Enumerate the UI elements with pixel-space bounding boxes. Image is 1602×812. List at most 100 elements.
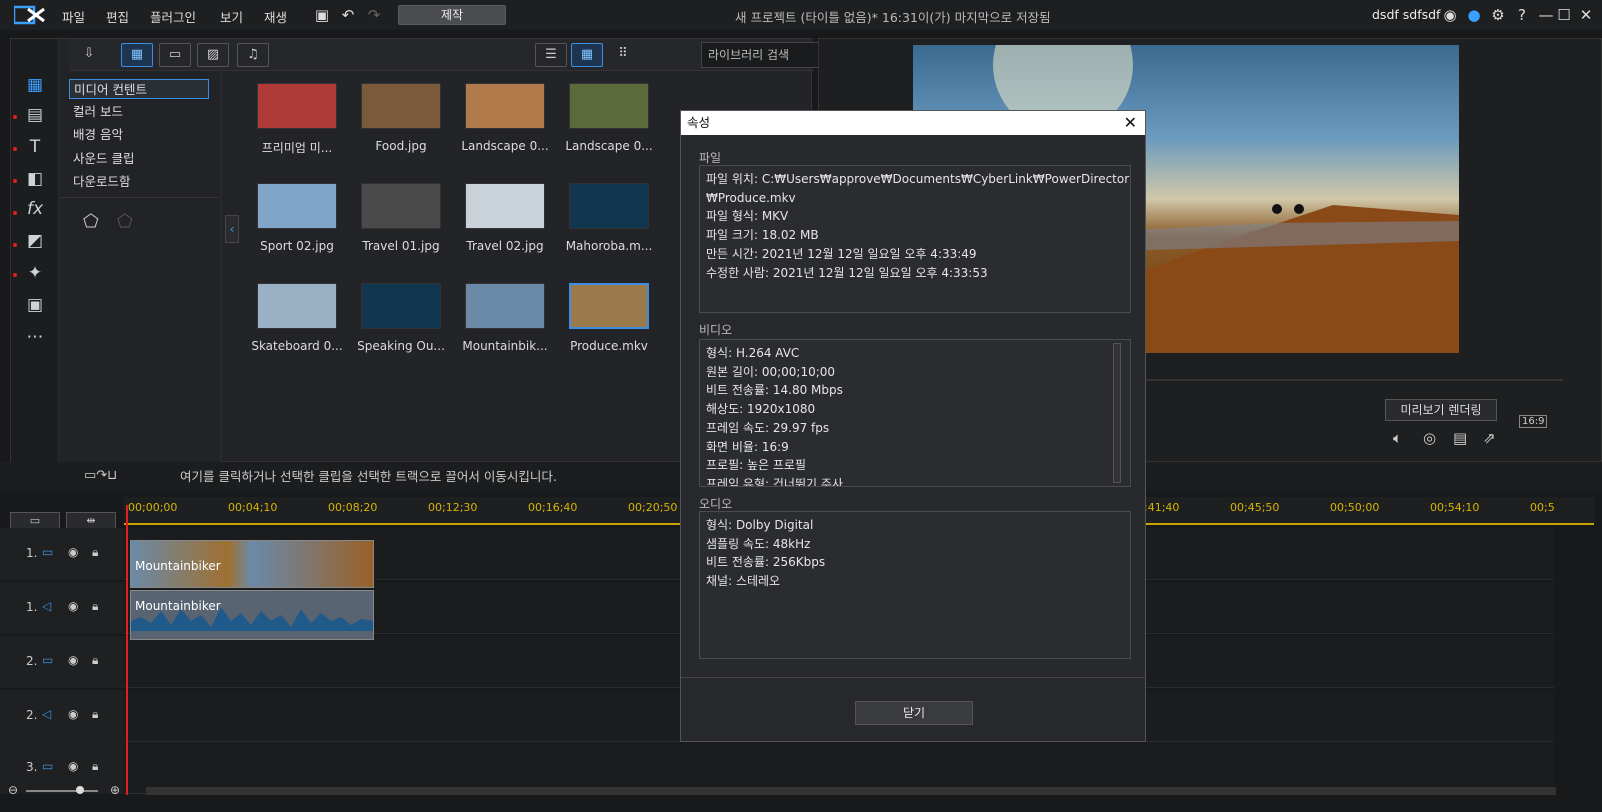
audio-filter-icon[interactable]: ♫ — [237, 43, 269, 67]
menu-edit[interactable]: 편집 — [106, 7, 129, 26]
aspect-ratio-select[interactable]: 16:9 — [1519, 415, 1548, 428]
zoom-slider[interactable]: ⊖ ⊕ — [0, 783, 124, 797]
volume-icon[interactable]: 🔈︎ — [1393, 429, 1402, 447]
info-line: 원본 길이: 00;00;10;00 — [706, 364, 836, 379]
preview-render-button[interactable]: 미리보기 렌더링 — [1385, 399, 1497, 421]
thumbnail-size-icon[interactable]: ⠿ — [607, 43, 639, 67]
subtitle-icon[interactable]: ▤ — [1453, 429, 1467, 447]
video-track-icon[interactable]: ▭ — [42, 653, 53, 667]
snapshot-icon[interactable]: ◎ — [1423, 429, 1436, 447]
info-line: 형식: Dolby Digital — [706, 518, 814, 532]
gear-icon[interactable]: ⚙ — [1488, 5, 1508, 25]
collapse-panel-icon[interactable]: ‹ — [225, 215, 239, 243]
eye-icon[interactable]: ◉ — [68, 759, 78, 773]
media-label: Sport 02.jpg — [260, 239, 334, 253]
user-name[interactable]: dsdf sdfsdf — [1372, 7, 1440, 22]
eye-icon[interactable]: ◉ — [68, 599, 78, 613]
dialog-close-button[interactable]: 닫기 — [855, 701, 973, 725]
category-background-music[interactable]: 배경 음악 — [69, 125, 209, 145]
fx-room-icon[interactable]: fx — [21, 197, 49, 221]
audio-clip[interactable]: Mountainbiker — [130, 590, 374, 640]
media-thumbnail[interactable] — [361, 83, 441, 129]
category-media-content[interactable]: 미디어 컨텐트 — [69, 79, 209, 99]
media-thumbnail[interactable] — [465, 83, 545, 129]
help-icon[interactable]: ? — [1512, 5, 1532, 25]
media-thumbnail[interactable] — [361, 283, 441, 329]
title-room-icon[interactable]: T — [21, 135, 49, 159]
audio-track-icon[interactable]: ◁ — [42, 707, 51, 721]
video-track-icon[interactable]: ▭ — [42, 545, 53, 559]
info-line: 비트 전송률: 256Kbps — [706, 555, 826, 570]
templates-icon[interactable]: ▤ — [21, 103, 49, 127]
image-filter-icon[interactable]: ▨ — [197, 43, 229, 67]
menu-file[interactable]: 파일 — [62, 7, 85, 26]
more-icon[interactable]: ⋯ — [21, 325, 49, 349]
lock-icon[interactable]: 🔒︎ — [92, 653, 98, 668]
media-thumbnail[interactable] — [569, 83, 649, 129]
account-icon[interactable]: ◉ — [1440, 5, 1460, 25]
undock-icon[interactable]: ⇗ — [1483, 429, 1496, 447]
dialog-close-icon[interactable]: ✕ — [1124, 111, 1137, 135]
import-icon[interactable]: ⇩ — [73, 43, 105, 67]
category-downloads[interactable]: 다운로드함 — [69, 172, 209, 192]
close-icon[interactable]: ✕ — [1576, 5, 1596, 25]
playhead[interactable] — [126, 505, 128, 795]
pip-room-icon[interactable]: ◩ — [21, 229, 49, 253]
eye-icon[interactable]: ◉ — [68, 545, 78, 559]
particle-room-icon[interactable]: ✦ — [21, 261, 49, 285]
media-thumbnail[interactable] — [257, 83, 337, 129]
properties-dialog: 속성 ✕ 파일 파일 위치: C:₩Users₩approve₩Document… — [680, 110, 1146, 742]
library-toolbar: ⇩ ▦ ▭ ▨ ♫ ☰ ▦ ⠿ 라이브러리 검색 ⌕ — [69, 39, 869, 71]
category-list: 미디어 컨텐트 컬러 보드 배경 음악 사운드 클립 다운로드함 ⬠ ⬠ — [59, 71, 221, 463]
subtitle-room-icon[interactable]: ▣ — [21, 293, 49, 317]
media-thumbnail[interactable] — [465, 283, 545, 329]
media-thumbnail[interactable] — [569, 283, 649, 329]
media-room-icon[interactable]: ▦ — [21, 73, 49, 97]
add-tag-icon[interactable]: ⬠ — [83, 211, 99, 232]
minimize-icon[interactable]: — — [1536, 5, 1556, 25]
transition-room-icon[interactable]: ◧ — [21, 167, 49, 191]
info-line: 화면 비율: 16:9 — [706, 439, 789, 454]
media-filter-all-icon[interactable]: ▦ — [121, 43, 153, 67]
media-thumbnail[interactable] — [569, 183, 649, 229]
lock-icon[interactable]: 🔒︎ — [92, 759, 98, 774]
redo-icon[interactable]: ↷ — [364, 5, 384, 25]
insert-mode-icon[interactable]: ▭↷⊔ — [84, 468, 117, 483]
notification-icon[interactable]: ● — [1464, 5, 1484, 25]
menu-play[interactable]: 재생 — [264, 7, 287, 26]
lock-icon[interactable]: 🔒︎ — [92, 599, 98, 614]
ruler-tick: 00;12;30 — [428, 501, 478, 514]
save-icon[interactable]: ▣ — [312, 5, 332, 25]
media-label: Produce.mkv — [570, 339, 648, 353]
audio-info-box: 형식: Dolby Digital 샘플링 속도: 48kHz 비트 전송률: 25… — [699, 511, 1131, 659]
timeline-scrollbar[interactable] — [146, 787, 1556, 795]
remove-tag-icon[interactable]: ⬠ — [117, 211, 133, 232]
category-sound-clips[interactable]: 사운드 클립 — [69, 149, 209, 169]
media-thumbnail[interactable] — [257, 283, 337, 329]
menu-plugins[interactable]: 플러그인 — [150, 7, 196, 26]
media-thumbnail[interactable] — [257, 183, 337, 229]
eye-icon[interactable]: ◉ — [68, 707, 78, 721]
eye-icon[interactable]: ◉ — [68, 653, 78, 667]
menu-view[interactable]: 보기 — [220, 7, 243, 26]
info-line: 프레임 속도: 29.97 fps — [706, 420, 830, 435]
info-line: ₩Produce.mkv — [706, 190, 796, 205]
list-view-icon[interactable]: ☰ — [535, 43, 567, 67]
media-thumbnail[interactable] — [361, 183, 441, 229]
video-info-scrollbar[interactable] — [1113, 343, 1121, 483]
media-thumbnail[interactable] — [465, 183, 545, 229]
video-filter-icon[interactable]: ▭ — [159, 43, 191, 67]
video-clip-label: Mountainbiker — [135, 559, 221, 573]
maximize-icon[interactable]: ☐ — [1554, 5, 1574, 25]
produce-button[interactable]: 제작 — [398, 5, 506, 25]
video-clip[interactable]: Mountainbiker — [130, 540, 374, 588]
audio-track-icon[interactable]: ◁ — [42, 599, 51, 613]
grid-view-icon[interactable]: ▦ — [571, 43, 603, 67]
ruler-tick: 00;5 — [1530, 501, 1555, 514]
video-track-icon[interactable]: ▭ — [42, 759, 53, 773]
lock-icon[interactable]: 🔒︎ — [92, 545, 98, 560]
lock-icon[interactable]: 🔒︎ — [92, 707, 98, 722]
video-info-box[interactable]: 형식: H.264 AVC 원본 길이: 00;00;10;00 비트 전송률: 1… — [699, 339, 1131, 487]
undo-icon[interactable]: ↶ — [338, 5, 358, 25]
category-color-board[interactable]: 컬러 보드 — [69, 102, 209, 122]
